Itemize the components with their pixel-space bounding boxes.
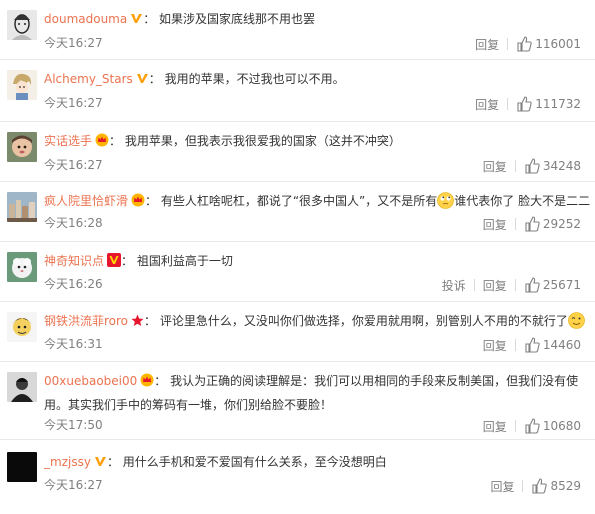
avatar[interactable]: [7, 132, 37, 162]
comment-time: 今天16:27: [44, 96, 103, 110]
reply-button[interactable]: 回复: [483, 158, 507, 175]
reply-button[interactable]: 回复: [483, 418, 507, 435]
comment-time: 今天16:27: [44, 36, 103, 50]
thumbs-up-icon: [517, 36, 532, 52]
like-button[interactable]: 8529: [531, 478, 581, 494]
avatar[interactable]: [7, 70, 37, 100]
avatar[interactable]: [7, 452, 37, 482]
reply-button[interactable]: 回复: [483, 216, 507, 233]
avatar[interactable]: [7, 372, 37, 402]
like-count: 34248: [542, 159, 581, 173]
winking-emoji-icon: [568, 312, 585, 330]
like-count: 116001: [535, 37, 581, 51]
comment-text: 我用苹果，但我表示我很爱我的国家（这并不冲突）: [124, 134, 401, 148]
comment-time: 今天16:27: [44, 158, 103, 172]
avatar[interactable]: [7, 252, 37, 282]
report-button[interactable]: 投诉: [442, 277, 466, 294]
comment-username[interactable]: _mzjssy: [44, 455, 91, 469]
comment-time: 今天16:27: [44, 478, 103, 492]
verified-yellow-icon[interactable]: [94, 455, 107, 471]
divider: [514, 279, 516, 291]
star-badge-icon[interactable]: [131, 314, 144, 330]
like-button[interactable]: 29252: [524, 216, 581, 232]
thumbs-up-icon: [517, 96, 532, 112]
divider: [514, 339, 516, 351]
like-count: 14460: [542, 338, 581, 352]
comment-text-continued: 谁代表你了 脸大不是二二: [454, 194, 591, 208]
divider: [514, 218, 516, 230]
comment-username[interactable]: 钢铁洪流菲roro: [44, 314, 128, 328]
comment-time: 今天16:31: [44, 337, 103, 351]
comment-item: 实话选手： 我用苹果，但我表示我很爱我的国家（这并不冲突） 今天16:27 回复…: [0, 122, 595, 182]
avatar[interactable]: [7, 10, 37, 40]
comment-item: 钢铁洪流菲roro： 评论里急什么，又没叫你们做选择，你爱用就用啊，别管别人不用…: [0, 302, 595, 362]
reply-button[interactable]: 回复: [483, 337, 507, 354]
crown-badge-icon[interactable]: [95, 133, 109, 150]
crown-badge-icon[interactable]: [131, 193, 145, 210]
comment-username[interactable]: 实话选手: [44, 134, 92, 148]
divider: [507, 38, 509, 50]
divider: [473, 279, 475, 291]
reply-button[interactable]: 回复: [490, 478, 514, 495]
comment-text: 祖国利益高于一切: [136, 254, 233, 268]
thumbs-up-icon: [532, 478, 548, 494]
comment-item: doumadouma： 如果涉及国家底线那不用也罢 今天16:27 回复 116…: [0, 0, 595, 60]
like-button[interactable]: 111732: [516, 96, 581, 112]
avatar[interactable]: [7, 192, 37, 222]
crown-badge-icon[interactable]: [140, 372, 154, 394]
avatar[interactable]: [7, 312, 37, 342]
comment-time: 今天16:28: [44, 216, 103, 230]
reply-button[interactable]: 回复: [475, 36, 499, 53]
verified-yellow-icon[interactable]: [136, 72, 149, 88]
thumbs-up-icon: [525, 277, 540, 293]
reply-button[interactable]: 回复: [475, 96, 499, 113]
rolling-eyes-emoji-icon: [437, 192, 455, 210]
comment-item: Alchemy_Stars： 我用的苹果，不过我也可以不用。 今天16:27 回…: [0, 60, 595, 122]
comment-username[interactable]: 疯人院里恰虾滑: [44, 194, 128, 208]
like-button[interactable]: 10680: [524, 418, 581, 434]
like-count: 111732: [535, 97, 581, 111]
verified-red-icon[interactable]: [107, 253, 122, 270]
thumbs-up-icon: [525, 158, 540, 174]
comment-time: 今天16:26: [44, 277, 103, 291]
like-button[interactable]: 116001: [516, 36, 581, 52]
thumbs-up-icon: [525, 337, 540, 353]
comment-item: _mzjssy： 用什么手机和爱不爱国有什么关系，至今没想明白 今天16:27 …: [0, 440, 595, 514]
comment-item: 疯人院里恰虾滑： 有些人杠啥呢杠，都说了“很多中国人”，又不是所有 谁代表你了 脸…: [0, 182, 595, 242]
divider: [522, 480, 524, 492]
divider: [514, 160, 516, 172]
comment-username[interactable]: 00xuebaobei00: [44, 374, 137, 388]
reply-button[interactable]: 回复: [483, 277, 507, 294]
comment-time: 今天17:50: [44, 418, 103, 432]
like-button[interactable]: 14460: [524, 337, 581, 353]
thumbs-up-icon: [525, 216, 540, 232]
comment-text: 我用的苹果，不过我也可以不用。: [164, 72, 345, 86]
comment-item: 00xuebaobei00： 我认为正确的阅读理解是：我们可以用相同的手段来反制…: [0, 362, 595, 440]
comment-username[interactable]: 神奇知识点: [44, 254, 104, 268]
like-count: 25671: [542, 278, 581, 292]
like-button[interactable]: 34248: [524, 158, 581, 174]
like-count: 8529: [550, 479, 581, 493]
like-button[interactable]: 25671: [524, 277, 581, 293]
comment-text: 评论里急什么，又没叫你们做选择，你爱用就用啊，别管别人不用的不就行了: [159, 314, 568, 328]
comment-text: 用什么手机和爱不爱国有什么关系，至今没想明白: [122, 455, 387, 469]
comment-text: 有些人杠啥呢杠，都说了“很多中国人”，又不是所有: [160, 194, 438, 208]
divider: [507, 98, 509, 110]
comment-username[interactable]: doumadouma: [44, 12, 127, 26]
thumbs-up-icon: [525, 418, 540, 434]
like-count: 10680: [542, 419, 581, 433]
like-count: 29252: [542, 217, 581, 231]
verified-yellow-icon[interactable]: [130, 12, 143, 28]
comment-text: 如果涉及国家底线那不用也罢: [159, 12, 316, 26]
divider: [514, 420, 516, 432]
comment-username[interactable]: Alchemy_Stars: [44, 72, 133, 86]
comment-item: 神奇知识点： 祖国利益高于一切 今天16:26 投诉 回复 25671: [0, 242, 595, 302]
